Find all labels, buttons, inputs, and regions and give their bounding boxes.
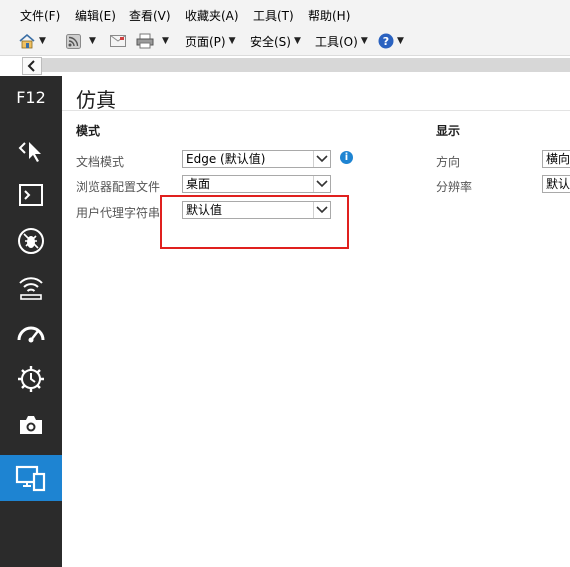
network-tab[interactable] [0, 264, 62, 310]
document-mode-select[interactable]: Edge (默认值) [182, 150, 331, 168]
resolution-select[interactable]: 默认 [542, 175, 570, 193]
page-title: 仿真 [76, 88, 116, 112]
chevron-down-icon[interactable]: ▼ [89, 36, 96, 46]
help-button[interactable]: ? ▼ [378, 31, 404, 51]
safety-menu-label: 安全(S) [250, 34, 291, 49]
browser-profile-value: 桌面 [186, 177, 211, 191]
memory-tab[interactable] [0, 356, 62, 402]
orientation-label: 方向 [436, 155, 461, 169]
menu-file[interactable]: 文件(F) [20, 7, 60, 24]
scroll-left-button[interactable] [22, 57, 42, 75]
performance-tab[interactable] [0, 310, 62, 356]
emulation-panel: 仿真 模式 显示 文档模式 Edge (默认值) i 浏览器配置文件 桌面 用户… [62, 76, 570, 567]
menu-favorites[interactable]: 收藏夹(A) [185, 7, 239, 24]
document-mode-label: 文档模式 [76, 155, 125, 169]
emulation-tab[interactable] [0, 455, 62, 501]
home-button[interactable]: ▼ [18, 31, 46, 51]
title-divider [62, 110, 570, 111]
resolution-label: 分辨率 [436, 180, 473, 194]
document-mode-value: Edge (默认值) [186, 152, 266, 166]
menu-edit[interactable]: 编辑(E) [75, 7, 116, 24]
rss-icon [66, 33, 81, 49]
console-tab[interactable] [0, 172, 62, 218]
debugger-icon [18, 228, 44, 254]
chevron-down-icon: ▼ [397, 36, 404, 46]
devtools-splitter [0, 56, 570, 75]
browser-profile-select[interactable]: 桌面 [182, 175, 331, 193]
menu-view[interactable]: 查看(V) [129, 7, 171, 24]
svg-text:?: ? [383, 35, 389, 48]
memory-icon [18, 366, 44, 392]
performance-icon [17, 326, 45, 343]
horizontal-scrollbar[interactable] [42, 58, 570, 72]
chevron-left-icon [27, 60, 35, 72]
chevron-down-icon[interactable]: ▼ [162, 36, 169, 46]
page-menu-button[interactable]: 页面(P) ▼ [185, 31, 236, 51]
tools-menu-button[interactable]: 工具(O) ▼ [315, 31, 368, 51]
info-icon[interactable]: i [340, 151, 353, 164]
devtools-title: F12 [16, 88, 46, 107]
chevron-down-icon: ▼ [293, 36, 301, 46]
printer-icon [136, 33, 154, 49]
devtools-tool-rail: F12 [0, 76, 62, 567]
tools-menu-label: 工具(O) [315, 34, 358, 49]
network-icon [19, 277, 43, 300]
console-icon [19, 184, 43, 206]
user-agent-label: 用户代理字符串 [76, 206, 161, 220]
menu-bar: 文件(F) 编辑(E) 查看(V) 收藏夹(A) 工具(T) 帮助(H) [0, 0, 570, 27]
command-bar: ▼ ▼ ▼ 页面(P) ▼ 安全(S) ▼ 工具(O) ▼ ? ▼ [0, 27, 570, 56]
help-icon: ? [378, 33, 394, 49]
mode-heading: 模式 [76, 124, 101, 138]
safety-menu-button[interactable]: 安全(S) ▼ [250, 31, 301, 51]
mail-icon [110, 35, 126, 47]
chevron-down-icon: ▼ [360, 36, 368, 46]
chevron-down-icon [313, 176, 330, 192]
highlight-box [160, 195, 349, 249]
screenshot-icon [20, 416, 42, 434]
dom-explorer-tab[interactable] [0, 126, 62, 172]
emulation-icon [15, 465, 46, 492]
display-heading: 显示 [436, 124, 461, 138]
debugger-tab[interactable] [0, 218, 62, 264]
chevron-down-icon [313, 151, 330, 167]
browser-profile-label: 浏览器配置文件 [76, 180, 161, 194]
screenshot-tab[interactable] [0, 402, 62, 448]
chevron-down-icon: ▼ [228, 36, 236, 46]
feeds-button[interactable]: ▼ [66, 31, 96, 51]
page-menu-label: 页面(P) [185, 34, 226, 49]
chevron-down-icon[interactable]: ▼ [39, 36, 46, 46]
mail-button[interactable] [110, 31, 126, 51]
orientation-select[interactable]: 横向 [542, 150, 570, 168]
orientation-value: 横向 [546, 152, 570, 166]
print-button[interactable]: ▼ [136, 31, 169, 51]
menu-tools[interactable]: 工具(T) [253, 7, 294, 24]
dom-explorer-icon [18, 142, 41, 162]
home-icon [19, 33, 35, 49]
menu-help[interactable]: 帮助(H) [308, 7, 350, 24]
resolution-value: 默认 [546, 177, 570, 191]
